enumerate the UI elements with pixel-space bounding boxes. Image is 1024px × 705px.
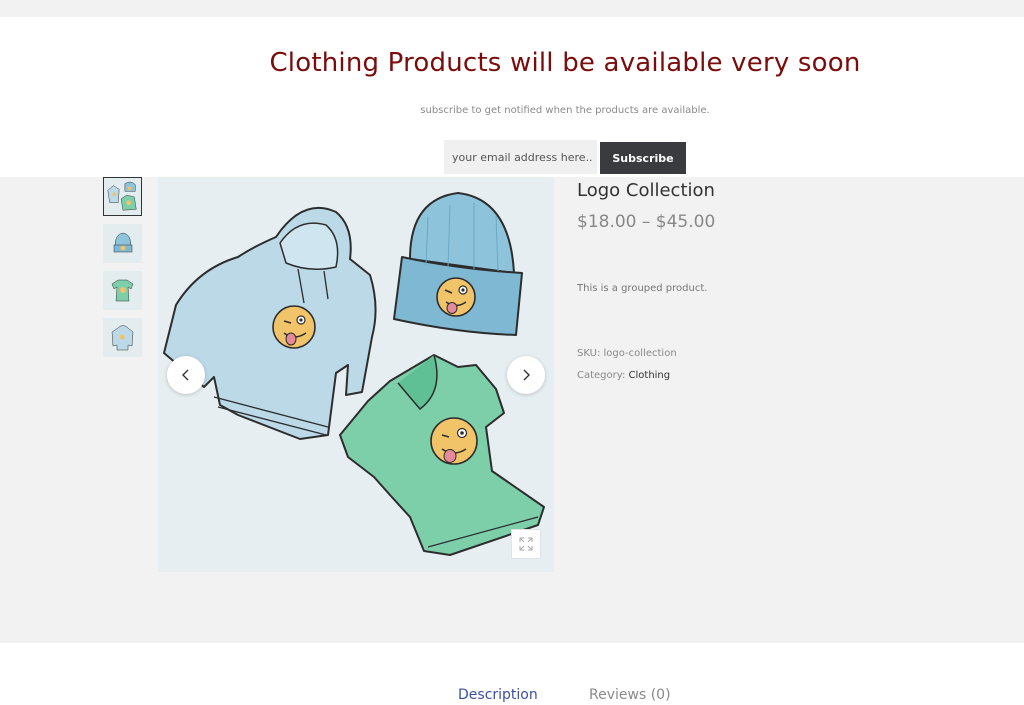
product-title: Logo Collection: [577, 180, 715, 201]
notification-subtitle: subscribe to get notified when the produ…: [420, 105, 710, 116]
category-label: Category:: [577, 370, 626, 381]
hoodie-illustration: [163, 207, 377, 440]
product-price: $18.00 – $45.00: [577, 212, 716, 232]
thumbnail-t-shirt[interactable]: [103, 271, 142, 310]
tab-reviews[interactable]: Reviews (0): [589, 687, 671, 703]
notification-bar: Clothing Products will be available very…: [0, 17, 1024, 177]
chevron-left-icon: [182, 369, 189, 381]
thumbnail-logo-collection[interactable]: [103, 177, 142, 216]
beanie-illustration: [393, 192, 523, 336]
thumbnail-beanie[interactable]: [103, 224, 142, 263]
product-category: Category: Clothing: [577, 370, 670, 381]
email-input[interactable]: [444, 140, 597, 174]
notification-title: Clothing Products will be available very…: [269, 48, 861, 78]
gallery-prev-button[interactable]: [167, 356, 205, 394]
product-sku: SKU: logo-collection: [577, 348, 677, 359]
product-illustration: [163, 192, 545, 556]
zoom-button[interactable]: [511, 529, 541, 559]
expand-icon: [519, 537, 533, 551]
category-link[interactable]: Clothing: [629, 370, 671, 381]
gallery-next-button[interactable]: [507, 356, 545, 394]
product-main-image: [158, 177, 554, 572]
hoodie-thumbnail-image: [103, 318, 142, 357]
sku-value: logo-collection: [603, 348, 677, 359]
chevron-right-icon: [523, 369, 530, 381]
product-tabs: Description Reviews (0): [0, 643, 1024, 705]
beanie-thumbnail-image: [103, 224, 142, 263]
thumbnail-hoodie[interactable]: [103, 318, 142, 357]
sku-label: SKU:: [577, 348, 601, 359]
tab-description[interactable]: Description: [458, 687, 538, 703]
t-shirt-thumbnail-image: [103, 271, 142, 310]
product-short-description: This is a grouped product.: [577, 283, 708, 294]
subscribe-button[interactable]: Subscribe: [600, 142, 686, 174]
logo-collection-thumbnail-image: [104, 178, 141, 215]
thumbnail-list: [103, 177, 142, 365]
